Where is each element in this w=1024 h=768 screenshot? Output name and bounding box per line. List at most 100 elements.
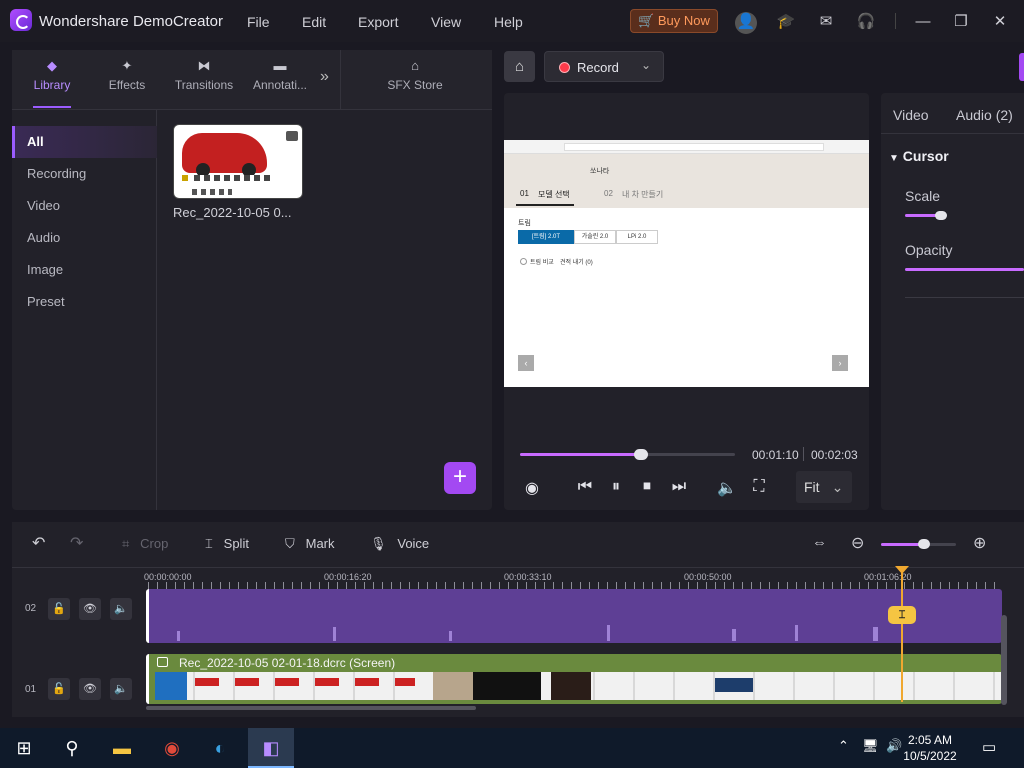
home-button[interactable]: ⌂ [504, 51, 535, 82]
tab-library[interactable]: ◆ Library [12, 58, 92, 92]
filmstrip-frame [155, 672, 187, 700]
fit-value: Fit [804, 479, 820, 495]
redo-icon[interactable]: ↷ [70, 533, 83, 553]
category-video[interactable]: Video [12, 190, 157, 222]
chevron-up-icon[interactable]: ⌃ [838, 738, 849, 754]
split-marker-icon[interactable]: ⌶ [888, 606, 916, 624]
chrome-icon[interactable]: ◉ [152, 728, 192, 768]
web-prev-arrow-icon: ‹ [518, 355, 534, 371]
buy-now-button[interactable]: 🛒 Buy Now [630, 9, 718, 33]
record-button[interactable]: Record ⌄ [544, 51, 664, 82]
chevron-down-icon[interactable]: ⌄ [641, 58, 651, 72]
screen-clip-icon [157, 657, 168, 667]
clip-label: Rec_2022-10-05 02-01-18.dcrc (Screen) [179, 656, 396, 670]
playhead[interactable] [901, 568, 903, 702]
web-option: 트림 비교 [530, 260, 554, 266]
audio-clip[interactable] [146, 589, 1002, 643]
previous-frame-icon[interactable]: ⏮ [573, 478, 597, 496]
snapshot-camera-icon[interactable]: ◉ [520, 478, 544, 498]
add-media-button[interactable]: + [444, 462, 476, 494]
zoom-out-icon[interactable]: ⊖ [851, 533, 864, 553]
export-button-edge[interactable] [1019, 53, 1024, 81]
lock-icon[interactable]: 🔓 [48, 598, 70, 620]
mark-button[interactable]: ⛉ Mark [285, 536, 335, 552]
file-explorer-icon[interactable]: ▬ [102, 728, 142, 768]
democreator-logo-icon [10, 9, 32, 31]
search-icon[interactable]: ⚲ [52, 728, 92, 768]
next-frame-icon[interactable]: ⏭ [667, 478, 691, 496]
category-preset[interactable]: Preset [12, 286, 157, 318]
timeline-vertical-scrollbar[interactable] [1001, 615, 1007, 705]
crop-button[interactable]: ⌗ Crop [122, 536, 168, 552]
speaker-icon[interactable]: 🔈 [110, 678, 132, 700]
double-chevron-right-icon[interactable]: » [320, 68, 329, 86]
timeline-horizontal-scrollbar[interactable] [146, 706, 476, 710]
ruler-label: 00:00:33:10 [504, 572, 552, 582]
category-audio[interactable]: Audio [12, 222, 157, 254]
opacity-slider-track[interactable] [905, 268, 1024, 271]
menu-help[interactable]: Help [494, 14, 523, 30]
clock-time: 2:05 AM [907, 733, 953, 747]
fit-dropdown[interactable]: Fit ⌄ [796, 471, 852, 503]
tab-annotations[interactable]: ▬ Annotati... [240, 58, 320, 92]
media-thumbnail[interactable] [173, 124, 303, 199]
tutorial-cap-icon[interactable]: 🎓 [776, 12, 796, 32]
tab-effects[interactable]: ✦ Effects [87, 58, 167, 92]
restore-icon[interactable]: ❐ [951, 12, 971, 32]
menu-edit[interactable]: Edit [302, 14, 326, 30]
category-image[interactable]: Image [12, 254, 157, 286]
time-divider [803, 447, 804, 461]
browser-bar [504, 140, 869, 154]
tab-transitions[interactable]: ⧓ Transitions [164, 58, 244, 92]
network-icon[interactable]: 🖥 [862, 738, 879, 754]
undo-icon[interactable]: ↶ [32, 533, 45, 553]
notification-icon[interactable]: ▭ [982, 738, 996, 756]
mail-icon[interactable]: ✉ [816, 12, 836, 32]
menu-export[interactable]: Export [358, 14, 398, 30]
minimize-icon[interactable]: — [913, 12, 933, 32]
video-clip[interactable]: Rec_2022-10-05 02-01-18.dcrc (Screen) [146, 654, 1002, 704]
track-number: 02 [25, 603, 37, 614]
web-trim-option: 가솔린 2.0 [574, 230, 616, 244]
fullscreen-icon[interactable]: ⛶ [747, 478, 771, 496]
tab-annotations-label: Annotati... [252, 78, 308, 92]
cursor-section-header[interactable]: ▼ Cursor [889, 148, 949, 164]
eye-icon[interactable]: 👁 [79, 678, 101, 700]
scale-slider-handle[interactable] [935, 211, 947, 220]
windows-start-icon[interactable]: ⊞ [4, 728, 44, 768]
category-recording[interactable]: Recording [12, 158, 157, 190]
category-all[interactable]: All [12, 126, 157, 158]
split-button[interactable]: ⌶ Split [205, 536, 249, 552]
menu-view[interactable]: View [431, 14, 461, 30]
record-label: Record [577, 60, 619, 75]
tab-video[interactable]: Video [893, 107, 929, 123]
lock-icon[interactable]: 🔓 [48, 678, 70, 700]
voice-button[interactable]: 🎙 Voice [370, 536, 429, 552]
taskbar-clock[interactable]: 2:05 AM 10/5/2022 [900, 732, 960, 764]
eye-icon[interactable]: 👁 [79, 598, 101, 620]
fit-timeline-icon[interactable]: ⇔ [812, 534, 827, 551]
volume-icon[interactable]: 🔈 [715, 478, 739, 498]
filmstrip-cars [195, 678, 415, 686]
account-icon[interactable]: 👤 [735, 12, 757, 34]
edge-icon[interactable]: ◐ [200, 728, 240, 768]
caret-down-icon: ▼ [889, 153, 899, 164]
speaker-icon[interactable]: 🔈 [110, 598, 132, 620]
preview-scrubber-handle[interactable] [634, 449, 648, 460]
crop-icon: ⌗ [122, 536, 130, 551]
support-headset-icon[interactable]: 🎧 [856, 12, 876, 32]
zoom-in-icon[interactable]: ⊕ [973, 533, 986, 553]
media-name: Rec_2022-10-05 0... [173, 205, 292, 220]
close-icon[interactable]: ✕ [990, 12, 1010, 32]
tab-audio[interactable]: Audio (2) [956, 107, 1013, 123]
clock-date: 10/5/2022 [903, 749, 957, 763]
pause-icon[interactable]: ⏸ [604, 478, 628, 496]
tab-effects-label: Effects [108, 78, 146, 92]
shield-mark-icon: ⛉ [285, 536, 295, 551]
democreator-taskbar-icon[interactable]: ◧ [248, 728, 294, 768]
tab-sfx-store[interactable]: ⌂ SFX Store [375, 58, 455, 92]
stop-icon[interactable]: ⏹ [635, 478, 659, 496]
menu-file[interactable]: File [247, 14, 270, 30]
zoom-slider-handle[interactable] [918, 539, 930, 549]
color-swatch [182, 175, 188, 181]
